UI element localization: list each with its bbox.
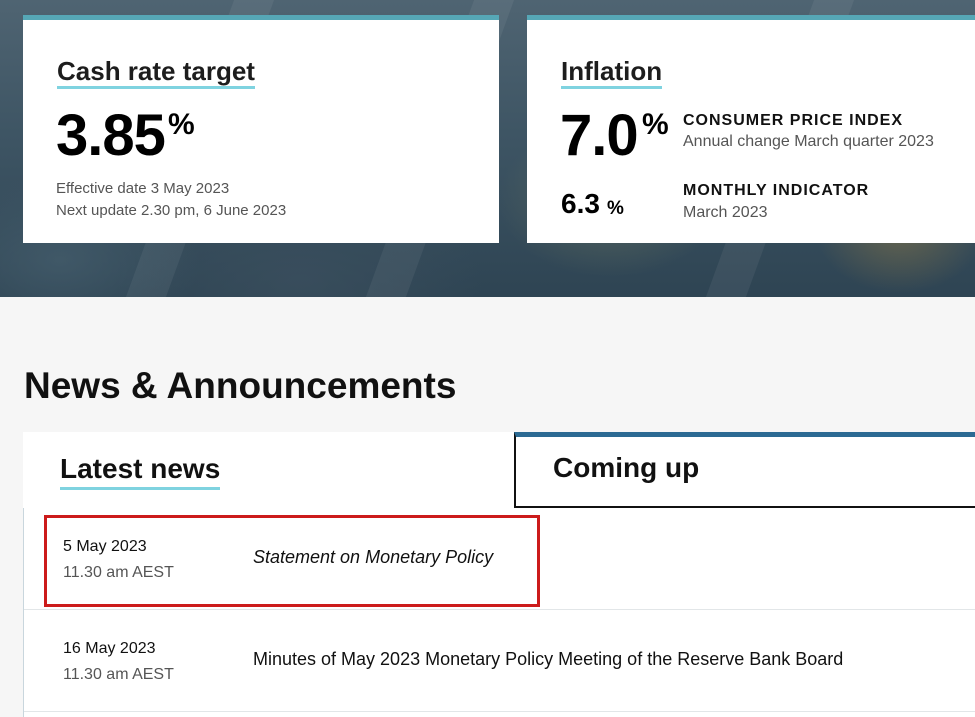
list-item[interactable]: 16 May 2023 11.30 am AEST Minutes of May… [24, 610, 975, 712]
cash-rate-next-update: Next update 2.30 pm, 6 June 2023 [56, 202, 287, 219]
tab-coming-up-label: Coming up [553, 452, 700, 483]
tab-latest-news[interactable]: Latest news [23, 432, 514, 508]
inflation-card: Inflation 7.0 % CONSUMER PRICE INDEX Ann… [527, 15, 975, 243]
cash-rate-value: 3.85 [56, 103, 166, 168]
inflation-title[interactable]: Inflation [561, 58, 663, 89]
item-time: 11.30 am AEST [63, 666, 174, 683]
item-title-link[interactable]: Statement on Monetary Policy [253, 546, 493, 568]
tab-coming-up[interactable]: Coming up [514, 432, 975, 508]
monthly-unit: % [607, 198, 624, 219]
cash-rate-title[interactable]: Cash rate target [57, 58, 255, 89]
cash-rate-effective-date: Effective date 3 May 2023 [56, 180, 230, 197]
news-section-heading: News & Announcements [24, 365, 457, 406]
item-time: 11.30 am AEST [63, 564, 174, 581]
monthly-value: 6.3 [561, 188, 600, 219]
cash-rate-card: Cash rate target 3.85 % Effective date 3… [23, 15, 499, 243]
item-date: 5 May 2023 [63, 538, 147, 555]
cpi-sub-label: Annual change March quarter 2023 [683, 133, 934, 150]
cpi-unit: % [642, 108, 669, 141]
cpi-value: 7.0 [560, 103, 639, 168]
monthly-label: MONTHLY INDICATOR [683, 182, 870, 199]
list-item[interactable]: 5 May 2023 11.30 am AEST Statement on Mo… [24, 508, 975, 610]
news-list: 5 May 2023 11.30 am AEST Statement on Mo… [23, 508, 975, 717]
item-date: 16 May 2023 [63, 640, 156, 657]
monthly-sub-label: March 2023 [683, 204, 768, 221]
cash-rate-unit: % [168, 108, 195, 141]
item-title-link[interactable]: Minutes of May 2023 Monetary Policy Meet… [253, 648, 843, 670]
cpi-label: CONSUMER PRICE INDEX [683, 112, 904, 129]
tab-latest-news-label: Latest news [60, 454, 221, 490]
